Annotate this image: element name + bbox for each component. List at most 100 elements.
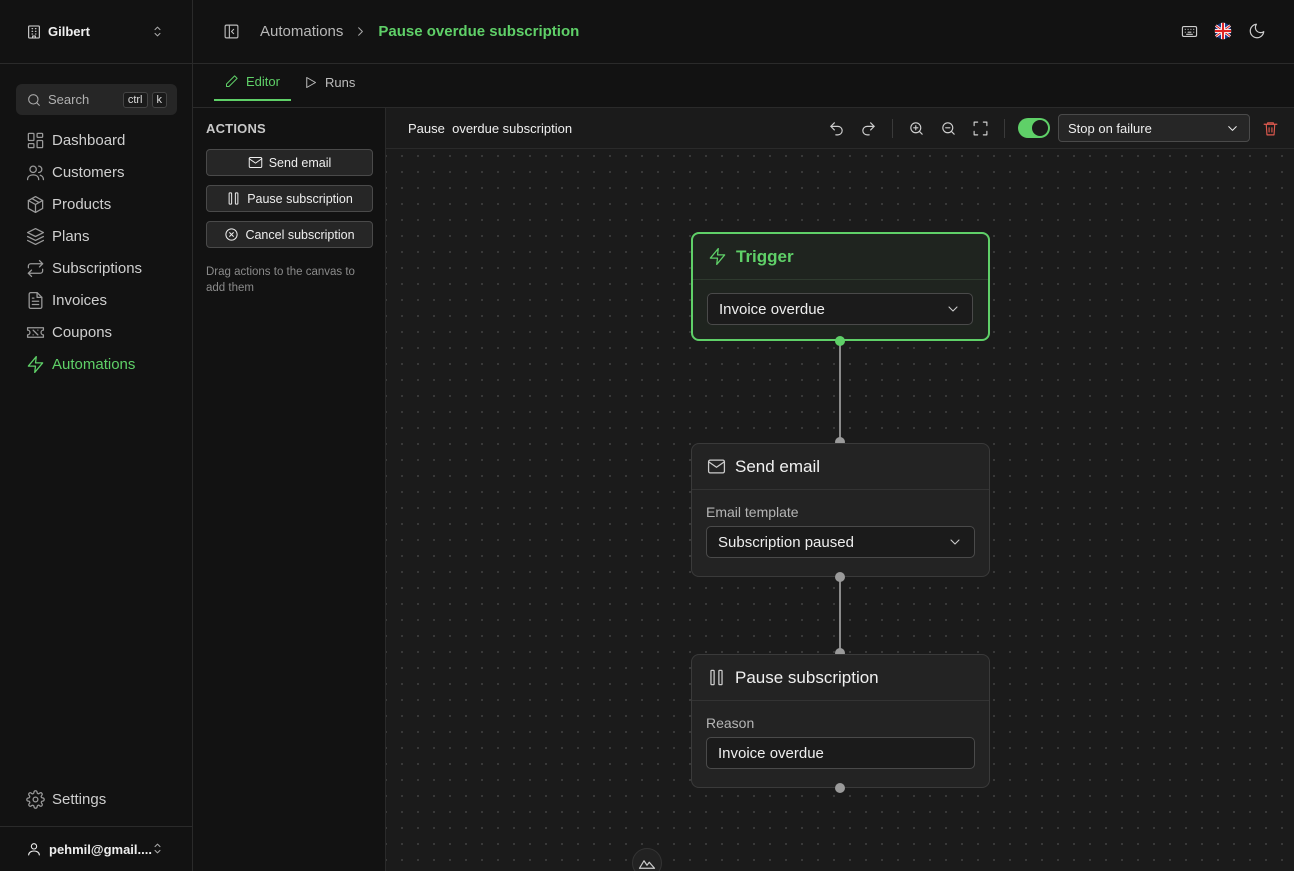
sidebar-item-plans[interactable]: Plans <box>16 220 181 252</box>
chevron-down-icon <box>1225 121 1240 136</box>
tab-editor[interactable]: Editor <box>214 64 291 101</box>
sidebar-item-label: Dashboard <box>52 131 126 149</box>
toolbar-divider <box>892 119 893 138</box>
tab-label: Editor <box>246 74 280 89</box>
fit-view-icon[interactable] <box>972 120 989 137</box>
chevron-down-icon <box>945 301 961 317</box>
building-icon <box>26 24 42 40</box>
search-input[interactable]: Search ctrl k <box>16 84 177 115</box>
uk-flag-icon[interactable] <box>1214 22 1232 40</box>
search-placeholder: Search <box>48 92 90 107</box>
edge-send-email-pause <box>839 577 841 653</box>
users-icon <box>26 163 45 182</box>
search-icon <box>26 92 42 108</box>
pause-icon <box>226 191 247 206</box>
trigger-node-title: Trigger <box>736 246 794 266</box>
user-menu[interactable]: pehmil@gmail.... <box>0 826 193 871</box>
sidebar-item-label: Subscriptions <box>52 259 143 277</box>
box-icon <box>26 195 45 214</box>
sidebar: Gilbert Search ctrl k Dashboard Customer… <box>0 0 193 871</box>
sidebar-item-label: Coupons <box>52 323 113 341</box>
stop-on-failure-toggle[interactable] <box>1018 118 1050 138</box>
sidebar-item-label: Products <box>52 195 112 213</box>
redo-icon[interactable] <box>860 120 877 137</box>
ticket-icon <box>26 323 45 342</box>
trigger-event-select[interactable]: Invoice overdue <box>707 293 973 325</box>
header-actions <box>1181 22 1266 40</box>
actions-panel: ACTIONS Send email Pause subscription Ca… <box>193 108 386 871</box>
trash-icon[interactable] <box>1262 120 1279 137</box>
dashboard-icon <box>26 131 45 150</box>
actions-title: ACTIONS <box>206 121 266 136</box>
zoom-out-icon[interactable] <box>940 120 957 137</box>
sidebar-item-label: Plans <box>52 227 90 245</box>
send-email-output-handle[interactable] <box>835 572 845 582</box>
tab-runs[interactable]: Runs <box>303 64 355 101</box>
repeat-icon <box>26 259 45 278</box>
user-icon <box>26 841 42 857</box>
sidebar-nav: Dashboard Customers Products Plans Subsc… <box>16 124 181 380</box>
failure-mode-value: Stop on failure <box>1068 120 1152 136</box>
pause-icon <box>707 668 735 687</box>
email-template-select[interactable]: Subscription paused <box>706 526 975 558</box>
reason-input[interactable]: Invoice overdue <box>706 737 975 769</box>
edge-trigger-send-email <box>839 341 841 442</box>
sidebar-item-products[interactable]: Products <box>16 188 181 220</box>
trigger-output-handle[interactable] <box>835 336 845 346</box>
x-circle-icon <box>224 227 245 242</box>
app-logo-icon[interactable] <box>632 848 662 871</box>
automation-canvas[interactable]: Pause overdue subscription Stop on failu… <box>386 108 1294 871</box>
send-email-node-title: Send email <box>735 456 821 476</box>
user-email: pehmil@gmail.... <box>49 841 152 857</box>
tab-label: Runs <box>325 75 356 90</box>
file-icon <box>26 291 45 310</box>
cancel-subscription-action-button[interactable]: Cancel subscription <box>206 221 373 248</box>
pause-node-title: Pause subscription <box>735 667 879 687</box>
chevrons-up-down-icon <box>150 24 165 39</box>
sidebar-item-coupons[interactable]: Coupons <box>16 316 181 348</box>
reason-value: Invoice overdue <box>718 744 824 762</box>
keyboard-icon[interactable] <box>1181 23 1198 40</box>
failure-mode-select[interactable]: Stop on failure <box>1058 114 1250 142</box>
moon-icon[interactable] <box>1248 22 1266 40</box>
undo-icon[interactable] <box>828 120 845 137</box>
breadcrumb: Automations Pause overdue subscription <box>260 23 579 40</box>
pause-output-handle[interactable] <box>835 783 845 793</box>
sidebar-item-customers[interactable]: Customers <box>16 156 181 188</box>
chevron-right-icon <box>353 24 368 39</box>
org-switcher[interactable]: Gilbert <box>0 0 193 64</box>
sidebar-item-invoices[interactable]: Invoices <box>16 284 181 316</box>
gear-icon <box>26 790 45 809</box>
action-label: Cancel subscription <box>245 227 355 242</box>
sidebar-item-label: Automations <box>52 355 136 373</box>
org-name: Gilbert <box>48 24 90 39</box>
chevron-down-icon <box>947 534 963 550</box>
reason-label: Reason <box>706 715 755 731</box>
pause-subscription-node[interactable]: Pause subscription Reason Invoice overdu… <box>691 654 990 788</box>
breadcrumb-automations[interactable]: Automations <box>260 23 343 40</box>
trigger-node-header: Trigger <box>693 234 988 280</box>
zoom-in-icon[interactable] <box>908 120 925 137</box>
sidebar-item-subscriptions[interactable]: Subscriptions <box>16 252 181 284</box>
send-email-action-button[interactable]: Send email <box>206 149 373 176</box>
sidebar-item-label: Settings <box>52 791 107 808</box>
play-icon <box>303 75 325 90</box>
chevrons-up-down-icon <box>150 841 165 856</box>
action-label: Send email <box>268 155 332 170</box>
kbd-k: k <box>151 91 167 108</box>
pause-subscription-action-button[interactable]: Pause subscription <box>206 185 373 212</box>
sidebar-item-automations[interactable]: Automations <box>16 348 181 380</box>
flow-name: Pause overdue subscription <box>408 121 573 136</box>
sidebar-item-label: Invoices <box>52 291 108 309</box>
zap-icon <box>708 247 736 266</box>
sidebar-toggle-icon[interactable] <box>223 23 240 40</box>
send-email-node-header: Send email <box>692 444 989 490</box>
breadcrumb-current: Pause overdue subscription <box>378 23 580 40</box>
trigger-node[interactable]: Trigger Invoice overdue <box>691 232 990 341</box>
send-email-node[interactable]: Send email Email template Subscription p… <box>691 443 990 577</box>
mail-icon <box>248 155 269 170</box>
tab-bar: Editor Runs <box>193 64 1294 108</box>
sidebar-item-settings[interactable]: Settings <box>26 790 106 809</box>
sidebar-item-dashboard[interactable]: Dashboard <box>16 124 181 156</box>
pause-node-header: Pause subscription <box>692 655 989 701</box>
